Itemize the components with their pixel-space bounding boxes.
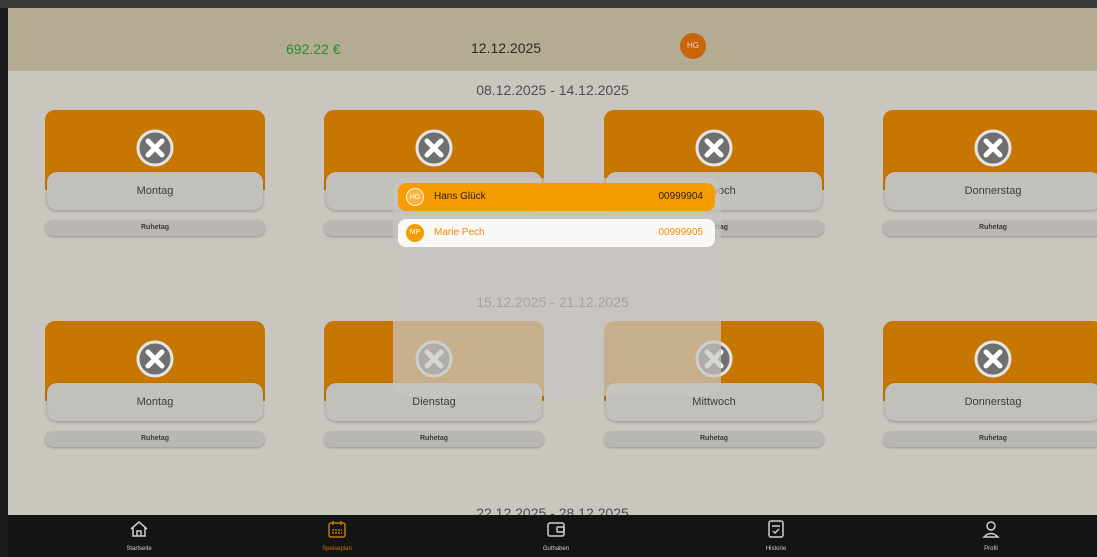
nav-speiseplan[interactable]: Speiseplan <box>277 515 397 557</box>
closed-x-icon <box>974 340 1012 378</box>
closed-x-icon <box>695 129 733 167</box>
user-option-marie[interactable]: MP Marie Pech 00999905 <box>398 219 715 247</box>
user-initials-badge: MP <box>406 224 424 242</box>
nav-startseite[interactable]: Startseite <box>79 515 199 557</box>
nav-label: Speiseplan <box>322 546 352 552</box>
history-icon <box>768 520 784 538</box>
user-number: 00999905 <box>658 227 704 238</box>
app-window: 692.22 € 12.12.2025 HG 08.12.2025 - 14.1… <box>8 8 1097 557</box>
nav-historie[interactable]: Historie <box>716 515 836 557</box>
user-selector-popup: HG Hans Glück 00999904 MP Marie Pech 009… <box>393 178 721 396</box>
home-icon <box>130 521 148 537</box>
header-bar: 692.22 € 12.12.2025 HG <box>8 8 1097 71</box>
current-date: 12.12.2025 <box>471 40 542 56</box>
day-status: Ruhetag <box>604 431 824 447</box>
user-name: Marie Pech <box>434 227 485 238</box>
nav-label: Historie <box>765 546 787 552</box>
day-name: Montag <box>47 172 263 210</box>
closed-x-icon <box>136 129 174 167</box>
user-option-hans[interactable]: HG Hans Glück 00999904 <box>398 183 715 211</box>
day-name: Donnerstag <box>885 172 1097 210</box>
calendar-icon <box>328 521 346 538</box>
day-status: Ruhetag <box>883 431 1097 447</box>
user-number: 00999904 <box>658 191 704 202</box>
day-status: Ruhetag <box>883 220 1097 236</box>
day-status: Ruhetag <box>324 431 544 447</box>
window-top-strip <box>0 0 1097 8</box>
balance-amount: 692.22 € <box>286 41 341 57</box>
user-name: Hans Glück <box>434 191 486 202</box>
user-initials-badge: HG <box>406 188 424 206</box>
nav-label: Startseite <box>126 546 152 552</box>
day-name: Montag <box>47 383 263 421</box>
day-status: Ruhetag <box>45 220 265 236</box>
nav-guthaben[interactable]: Guthaben <box>496 515 616 557</box>
nav-label: Profil <box>984 546 998 552</box>
wallet-icon <box>547 522 565 537</box>
user-avatar[interactable]: HG <box>680 33 706 59</box>
closed-x-icon <box>136 340 174 378</box>
day-name: Donnerstag <box>885 383 1097 421</box>
day-status: Ruhetag <box>45 431 265 447</box>
nav-profil[interactable]: Profil <box>931 515 1051 557</box>
closed-x-icon <box>974 129 1012 167</box>
bottom-navigation: Startseite Speiseplan Guthaben Historie … <box>8 515 1097 557</box>
week-range-label: 08.12.2025 - 14.12.2025 <box>476 82 629 98</box>
profile-icon <box>982 521 1000 538</box>
closed-x-icon <box>415 129 453 167</box>
nav-label: Guthaben <box>542 546 570 552</box>
